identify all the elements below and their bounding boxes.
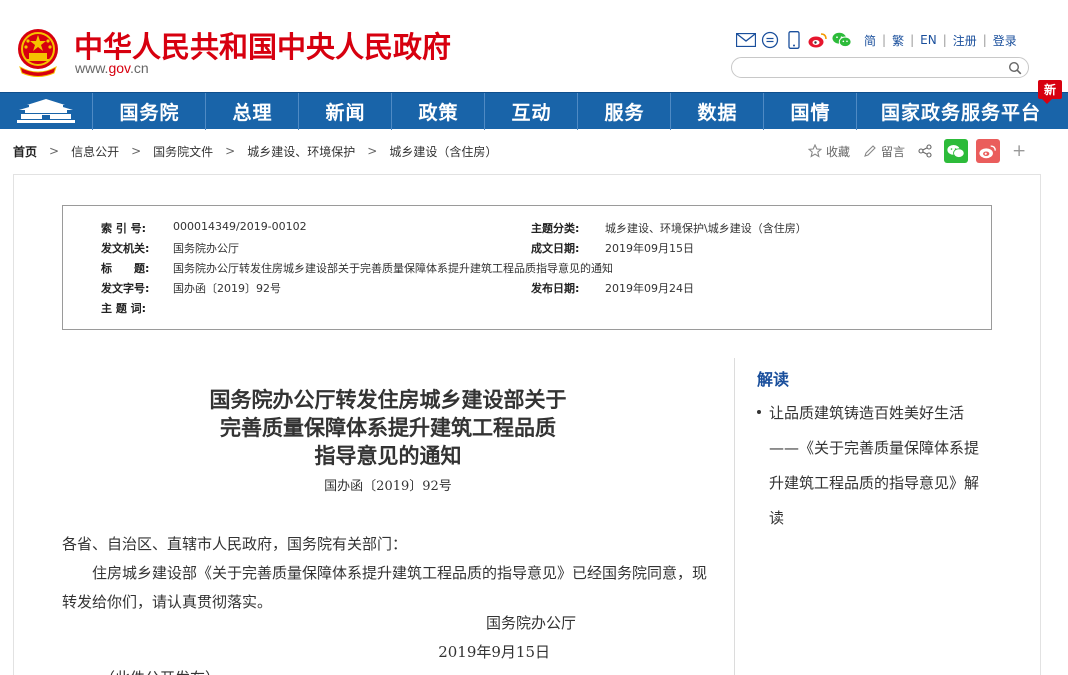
search-icon[interactable] — [1008, 61, 1022, 75]
meta-row-published: 发布日期: 2019年09月24日 — [531, 280, 694, 296]
nav-home-button[interactable] — [0, 93, 93, 130]
meta-row-title: 标 题: 国务院办公厅转发住房城乡建设部关于完善质量保障体系提升建筑工程品质指导… — [101, 260, 613, 276]
lang-separator: | — [942, 33, 947, 47]
sidebar-divider — [734, 358, 735, 675]
nav-item-state-council[interactable]: 国务院 — [94, 93, 206, 130]
tiananmen-icon — [17, 98, 75, 123]
search-input[interactable] — [742, 59, 1002, 76]
mail-icon[interactable] — [736, 31, 756, 49]
meta-issuer-value: 国务院办公厅 — [173, 242, 239, 255]
article-signature: 国务院办公厅 — [485, 614, 576, 632]
meta-row-issuer: 发文机关: 国务院办公厅 — [101, 240, 239, 256]
meta-docno-value: 国办函〔2019〕92号 — [173, 282, 281, 295]
breadcrumb-arrow-icon: > — [131, 144, 142, 158]
wechat-icon[interactable] — [832, 31, 852, 49]
wechat-share-button[interactable] — [944, 139, 969, 163]
nav-item-premier[interactable]: 总理 — [207, 93, 299, 130]
meta-keywords-label: 主 题 词: — [101, 302, 147, 315]
breadcrumb-home[interactable]: 首页 — [13, 143, 37, 160]
article-date: 2019年9月15日 — [438, 643, 550, 661]
meta-created-value: 2019年09月15日 — [605, 242, 694, 255]
meta-title-value: 国务院办公厅转发住房城乡建设部关于完善质量保障体系提升建筑工程品质指导意见的通知 — [173, 262, 613, 275]
nav-item-policy[interactable]: 政策 — [393, 93, 485, 130]
document-meta-box: 索 引 号: 000014349/2019-00102 主题分类: 城乡建设、环… — [62, 205, 992, 330]
register-link[interactable]: 注册 — [953, 32, 977, 49]
lang-separator: | — [910, 33, 915, 47]
meta-title-label: 标 题: — [101, 262, 150, 275]
sidebar-title[interactable]: 解读 — [757, 366, 789, 390]
nav-item-news[interactable]: 新闻 — [300, 93, 392, 130]
sidebar-item-label: 让品质建筑铸造百姓美好生活——《关于完善质量保障体系提升建筑工程品质的指导意见》… — [769, 404, 980, 527]
breadcrumb: 首页 > 信息公开 > 国务院文件 > 城乡建设、环境保护 > 城乡建设（含住房… — [13, 143, 497, 159]
article-title-line: 完善质量保障体系提升建筑工程品质 — [220, 415, 556, 440]
lang-separator: | — [882, 33, 887, 47]
meta-row-category: 主题分类: 城乡建设、环境保护\城乡建设（含住房） — [531, 220, 807, 236]
meta-published-value: 2019年09月24日 — [605, 282, 694, 295]
new-badge: 新 — [1038, 80, 1062, 104]
breadcrumb-info-public[interactable]: 信息公开 — [71, 143, 119, 160]
meta-category-label: 主题分类: — [531, 222, 580, 235]
favorite-link[interactable]: 收藏 — [826, 143, 850, 160]
meta-issuer-label: 发文机关: — [101, 242, 150, 255]
meta-created-label: 成文日期: — [531, 242, 580, 255]
site-header: 中华人民共和国中央人民政府 www.gov.cn 简 | 繁 | EN | 注册… — [0, 0, 1068, 92]
article-note: （此件公开发布） — [100, 667, 220, 675]
meta-row-keywords: 主 题 词: — [101, 300, 173, 316]
article-title-line: 指导意见的通知 — [314, 443, 462, 468]
breadcrumb-state-council-docs[interactable]: 国务院文件 — [153, 143, 213, 160]
site-url-gov: gov — [108, 60, 130, 76]
breadcrumb-arrow-icon: > — [225, 144, 236, 158]
weibo-share-button[interactable] — [976, 139, 1001, 163]
phone-icon[interactable] — [784, 31, 804, 49]
article-doc-number: 国办函〔2019〕92号 — [324, 479, 452, 494]
article-body: 各省、自治区、直辖市人民政府，国务院有关部门： 住房城乡建设部《关于完善质量保障… — [62, 530, 720, 617]
national-emblem-icon[interactable] — [14, 27, 62, 79]
weibo-icon[interactable] — [808, 31, 828, 49]
meta-category-value: 城乡建设、环境保护\城乡建设（含住房） — [605, 222, 807, 235]
article-salutation: 各省、自治区、直辖市人民政府，国务院有关部门： — [62, 535, 408, 553]
search-box — [731, 57, 1029, 78]
lang-english-link[interactable]: EN — [920, 33, 937, 47]
lang-separator: | — [982, 33, 987, 47]
meta-docno-label: 发文字号: — [101, 282, 150, 295]
breadcrumb-arrow-icon: > — [49, 144, 60, 158]
site-url[interactable]: www.gov.cn — [75, 60, 149, 76]
meta-row-index: 索 引 号: 000014349/2019-00102 — [101, 220, 307, 236]
weibo-icon — [979, 144, 996, 158]
lang-simplified-link[interactable]: 简 — [864, 32, 876, 49]
chat-icon[interactable] — [760, 31, 780, 49]
meta-row-docno: 发文字号: 国办函〔2019〕92号 — [101, 280, 281, 296]
site-url-prefix: www. — [75, 60, 109, 76]
sidebar-interpretation-link[interactable]: 让品质建筑铸造百姓美好生活——《关于完善质量保障体系提升建筑工程品质的指导意见》… — [757, 396, 985, 536]
comment-link[interactable]: 留言 — [881, 143, 905, 160]
nav-item-gov-service-platform[interactable]: 国家政务服务平台 — [858, 93, 1064, 130]
breadcrumb-arrow-icon: > — [367, 144, 378, 158]
wechat-icon — [947, 144, 965, 158]
meta-index-label: 索 引 号: — [101, 222, 147, 235]
nav-item-services[interactable]: 服务 — [579, 93, 671, 130]
breadcrumb-urban-rural-housing[interactable]: 城乡建设（含住房） — [389, 143, 497, 160]
star-icon[interactable] — [807, 143, 823, 159]
more-share-button[interactable]: + — [1012, 141, 1026, 161]
pencil-icon[interactable] — [862, 143, 878, 159]
share-icon[interactable] — [917, 143, 933, 159]
nav-item-interaction[interactable]: 互动 — [486, 93, 578, 130]
meta-published-label: 发布日期: — [531, 282, 580, 295]
site-url-suffix: .cn — [130, 60, 149, 76]
share-bar: 收藏 留言 + — [807, 138, 1026, 164]
bullet-icon — [757, 410, 761, 414]
lang-traditional-link[interactable]: 繁 — [892, 32, 904, 49]
meta-index-value: 000014349/2019-00102 — [173, 220, 307, 233]
login-link[interactable]: 登录 — [993, 32, 1017, 49]
lang-links: 简 | 繁 | EN | 注册 | 登录 — [864, 32, 1017, 49]
nav-item-data[interactable]: 数据 — [672, 93, 764, 130]
nav-item-national-info[interactable]: 国情 — [765, 93, 857, 130]
article-title: 国务院办公厅转发住房城乡建设部关于 完善质量保障体系提升建筑工程品质 指导意见的… — [170, 386, 606, 470]
main-nav: 国务院 总理 新闻 政策 互动 服务 数据 国情 国家政务服务平台 — [0, 92, 1068, 130]
article-paragraph: 住房城乡建设部《关于完善质量保障体系提升建筑工程品质的指导意见》已经国务院同意，… — [62, 564, 708, 611]
meta-row-created: 成文日期: 2019年09月15日 — [531, 240, 694, 256]
top-tools: 简 | 繁 | EN | 注册 | 登录 — [736, 30, 1017, 50]
article-title-line: 国务院办公厅转发住房城乡建设部关于 — [209, 387, 567, 412]
breadcrumb-urban-rural[interactable]: 城乡建设、环境保护 — [247, 143, 355, 160]
